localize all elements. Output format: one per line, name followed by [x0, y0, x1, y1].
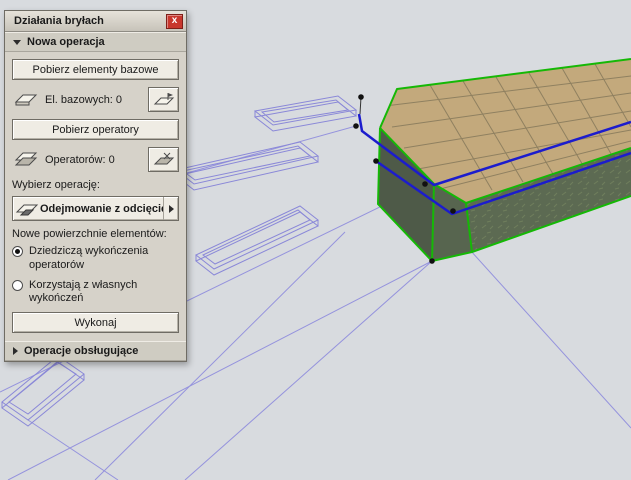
- operators-count-label: Operatorów: 0: [45, 153, 115, 166]
- dropdown-arrow-icon: [168, 204, 174, 213]
- close-icon: x: [171, 15, 178, 26]
- palette-body: Pobierz elementy bazowe El. bazowych: 0 …: [5, 52, 186, 341]
- operation-dropdown[interactable]: Odejmowanie z odcięcie...: [12, 196, 179, 221]
- expand-triangle-icon: [13, 347, 18, 355]
- get-base-elements-button[interactable]: Pobierz elementy bazowe: [12, 59, 179, 80]
- pick-base-elements-button[interactable]: [148, 87, 179, 112]
- operator-slabs-icon: [12, 149, 39, 171]
- choose-operation-label: Wybierz operację:: [12, 179, 100, 191]
- pick-operator-icon: [153, 152, 174, 164]
- base-slab-icon: [12, 89, 39, 111]
- pick-base-icon: [153, 92, 174, 104]
- base-elements-row: El. bazowych: 0: [12, 87, 179, 112]
- radio-unselected-icon: [12, 279, 23, 291]
- operators-row: Operatorów: 0: [12, 147, 179, 172]
- solid-operations-palette: Działania bryłach x Nowa operacja Pobier…: [4, 10, 187, 362]
- new-surfaces-label: Nowe powierzchnie elementów:: [12, 228, 167, 240]
- section-header-new-operation[interactable]: Nowa operacja: [5, 32, 186, 52]
- pick-operators-button[interactable]: [148, 147, 179, 172]
- collapse-triangle-icon: [13, 39, 21, 45]
- operation-icon: [13, 198, 40, 220]
- section-header-supporting-operations[interactable]: Operacje obsługujące: [5, 341, 186, 361]
- palette-title: Działania bryłach: [14, 15, 104, 27]
- operation-value: Odejmowanie z odcięcie...: [40, 202, 163, 215]
- radio-inherit-label: Dziedziczą wykończenia operatorów: [29, 245, 149, 271]
- base-count-label: El. bazowych: 0: [45, 93, 123, 106]
- radio-selected-icon: [12, 246, 23, 257]
- get-operators-button[interactable]: Pobierz operatory: [12, 119, 179, 140]
- radio-own-finishes[interactable]: Korzystają z własnych wykończeń: [12, 279, 179, 307]
- radio-own-label: Korzystają z własnych wykończeń: [29, 278, 138, 305]
- dropdown-arrow: [163, 197, 178, 220]
- section-supporting-operations-label: Operacje obsługujące: [24, 345, 139, 357]
- execute-button[interactable]: Wykonaj: [12, 312, 179, 333]
- section-new-operation-label: Nowa operacja: [27, 36, 105, 48]
- close-button[interactable]: x: [166, 13, 183, 29]
- radio-inherit-finishes[interactable]: Dziedziczą wykończenia operatorów: [12, 245, 179, 273]
- palette-titlebar[interactable]: Działania bryłach x: [5, 11, 186, 32]
- application-window: { "palette": { "title": "Działania bryła…: [0, 0, 631, 480]
